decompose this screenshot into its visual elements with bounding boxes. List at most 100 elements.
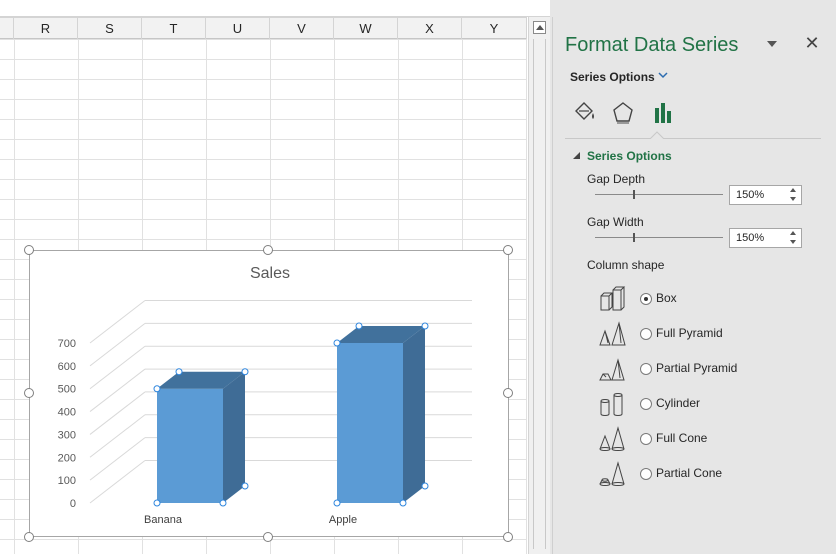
resize-handle-top[interactable]	[263, 245, 273, 255]
series-selection-handle	[153, 385, 161, 393]
series-selection-handle	[421, 482, 429, 490]
y-tick-label: 0	[70, 498, 76, 510]
gridline-side	[89, 460, 146, 504]
shape-option-cylinder[interactable]: Cylinder	[597, 389, 817, 419]
shape-option-box[interactable]: Box	[597, 284, 817, 314]
shape-option-partial-pyramid[interactable]: Partial Pyramid	[597, 354, 817, 384]
box-shape-icon	[600, 286, 626, 311]
x-category-label: Banana	[144, 514, 183, 526]
full-cone-icon	[599, 426, 625, 451]
column-header-v[interactable]: V	[270, 18, 334, 39]
gap-width-slider-thumb[interactable]	[633, 233, 636, 242]
column-shape-label: Column shape	[587, 258, 665, 272]
spin-down-icon[interactable]	[790, 197, 796, 201]
series-selection-handle	[355, 322, 363, 330]
bar-side	[223, 371, 245, 503]
column-header-w[interactable]: W	[334, 18, 398, 39]
series-selection-handle	[241, 368, 249, 376]
radio-box[interactable]	[640, 293, 652, 305]
chart-area[interactable]: Sales 0 100 200 300 400 500 600 700 Banana Apple	[29, 250, 509, 537]
formula-strip	[0, 0, 550, 17]
resize-handle-bottom-right[interactable]	[503, 532, 513, 542]
partial-pyramid-icon	[599, 358, 625, 381]
radio-full-pyramid[interactable]	[640, 328, 652, 340]
fill-line-icon[interactable]	[570, 99, 598, 127]
shape-option-full-cone[interactable]: Full Cone	[597, 424, 817, 454]
close-icon[interactable]: ✕	[804, 33, 820, 54]
column-header-r[interactable]: R	[14, 18, 78, 39]
gridline-side	[89, 300, 146, 344]
radio-partial-pyramid[interactable]	[640, 363, 652, 375]
gridline-side	[89, 414, 146, 458]
resize-handle-bottom-left[interactable]	[24, 532, 34, 542]
gap-width-value[interactable]: 150%	[736, 232, 764, 244]
y-tick-label: 700	[58, 338, 76, 350]
y-tick-label: 300	[58, 429, 76, 441]
gridline-side	[89, 437, 146, 481]
resize-handle-top-left[interactable]	[24, 245, 34, 255]
bar-side	[403, 326, 425, 503]
radio-partial-cone[interactable]	[640, 468, 652, 480]
radio-full-cone[interactable]	[640, 433, 652, 445]
series-selection-handle	[241, 482, 249, 490]
column-header-u[interactable]: U	[206, 18, 270, 39]
series-options-icon[interactable]	[649, 99, 677, 127]
option-tabs	[565, 97, 821, 139]
gap-depth-slider[interactable]	[595, 194, 723, 195]
column-header-s[interactable]: S	[78, 18, 142, 39]
spin-down-icon[interactable]	[790, 240, 796, 244]
x-category-label: Apple	[329, 514, 357, 526]
radio-cylinder[interactable]	[640, 398, 652, 410]
y-tick-label: 400	[58, 407, 76, 419]
series-options-dropdown[interactable]: Series Options	[570, 70, 655, 84]
column-header-t[interactable]: T	[142, 18, 206, 39]
y-tick-label: 200	[58, 452, 76, 464]
shape-label-full-cone: Full Cone	[656, 431, 708, 445]
worksheet[interactable]: R S T U V W X Y Sales 0 100 200 300 400 500 600…	[0, 0, 550, 554]
shape-label-partial-cone: Partial Cone	[656, 466, 723, 480]
full-pyramid-icon	[599, 321, 626, 346]
series-selection-handle	[333, 339, 341, 347]
gridline-side	[89, 322, 146, 367]
scroll-track[interactable]	[533, 39, 546, 549]
resize-handle-left[interactable]	[24, 388, 34, 398]
series-selection-handle	[219, 499, 227, 507]
gap-depth-slider-thumb[interactable]	[633, 190, 636, 199]
resize-handle-top-right[interactable]	[503, 245, 513, 255]
section-title[interactable]: Series Options	[587, 149, 672, 163]
column-header-x[interactable]: X	[398, 18, 462, 39]
scroll-up-arrow-icon[interactable]	[533, 21, 546, 34]
spin-up-icon[interactable]	[790, 231, 796, 235]
pane-title: Format Data Series	[565, 34, 739, 56]
gridline-side	[89, 345, 146, 390]
y-tick-label: 100	[58, 475, 76, 487]
partial-cone-icon	[599, 461, 625, 486]
bar-front	[157, 388, 223, 503]
task-pane-options-icon[interactable]	[765, 37, 779, 51]
spin-up-icon[interactable]	[790, 188, 796, 192]
resize-handle-bottom[interactable]	[263, 532, 273, 542]
gap-depth-spinner[interactable]: 150%	[729, 185, 802, 205]
series-selection-handle	[333, 499, 341, 507]
shape-option-partial-cone[interactable]: Partial Cone	[597, 459, 817, 489]
gridline-side	[89, 391, 146, 435]
shape-label-box: Box	[656, 291, 677, 305]
gap-width-spinner[interactable]: 150%	[729, 228, 802, 248]
chevron-down-icon[interactable]	[657, 69, 669, 81]
y-tick-label: 500	[58, 384, 76, 396]
vertical-scrollbar[interactable]	[528, 17, 550, 554]
gap-width-slider[interactable]	[595, 237, 723, 238]
series-selection-handle	[421, 322, 429, 330]
column-header-y[interactable]: Y	[462, 18, 527, 39]
collapse-caret-icon[interactable]	[573, 152, 581, 160]
gap-depth-label: Gap Depth	[587, 172, 646, 186]
effects-icon[interactable]	[609, 99, 637, 127]
resize-handle-right[interactable]	[503, 388, 513, 398]
shape-option-full-pyramid[interactable]: Full Pyramid	[597, 319, 817, 349]
chart-title: Sales	[250, 265, 290, 282]
shape-label-cylinder: Cylinder	[656, 396, 701, 410]
column-header-partial	[0, 18, 14, 39]
gap-depth-value[interactable]: 150%	[736, 189, 764, 201]
series-selection-handle	[175, 368, 183, 376]
active-tab-pointer	[650, 131, 664, 139]
